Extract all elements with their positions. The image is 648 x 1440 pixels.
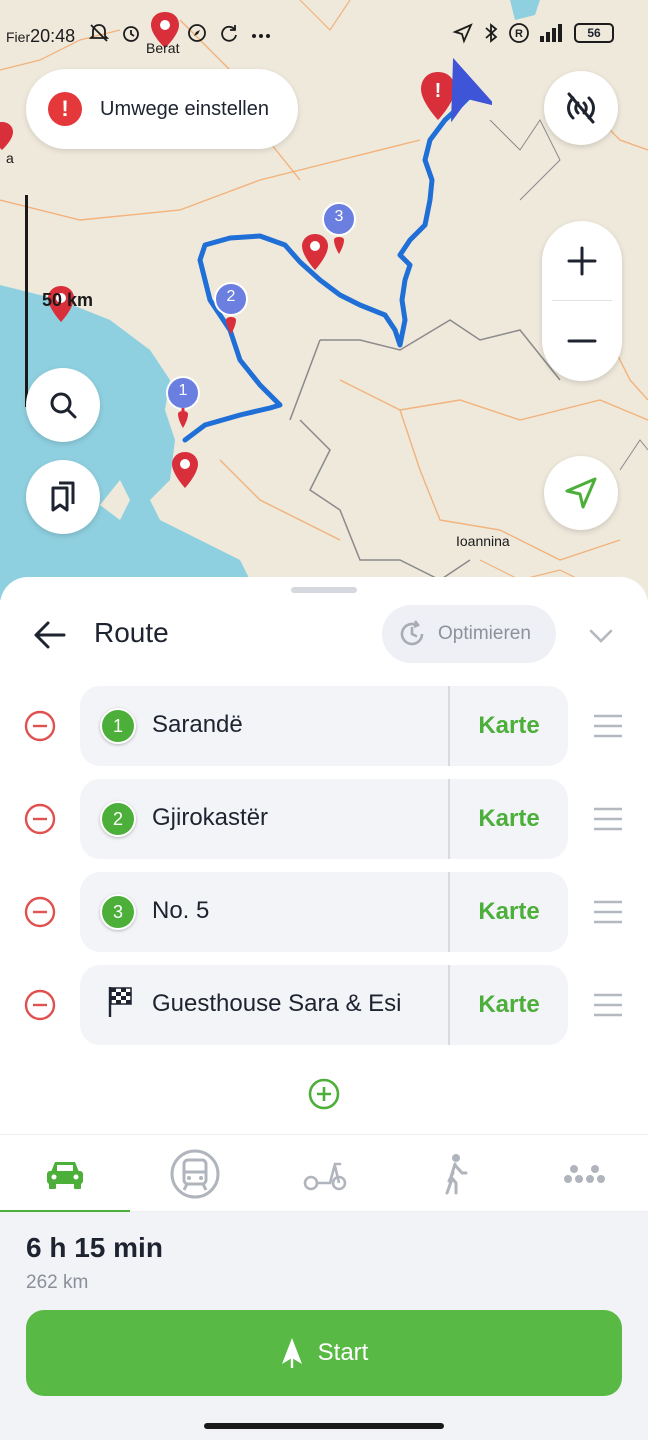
route-distance: 262 km (26, 1272, 89, 1293)
sheet-handle[interactable] (291, 587, 357, 593)
back-button[interactable] (30, 615, 70, 655)
start-navigation-button[interactable]: Start (26, 1310, 622, 1396)
route-stop-row: 2 Gjirokastër Karte (0, 779, 648, 859)
remove-stop-icon[interactable] (24, 896, 56, 928)
transport-mode-tabs (0, 1134, 648, 1214)
drag-handle-icon[interactable] (592, 712, 624, 740)
mode-tab-transit[interactable] (130, 1135, 260, 1213)
waypoint-label: 2 (226, 288, 236, 305)
stop-field[interactable]: 2 Gjirokastër Karte (80, 779, 568, 859)
stop-field[interactable]: 1 Sarandë Karte (80, 686, 568, 766)
detour-settings-button[interactable]: ! Umwege einstellen (26, 69, 298, 149)
search-icon (50, 392, 77, 419)
bookmarks-icon (51, 481, 75, 512)
finish-flag-icon (108, 987, 132, 1017)
stop-number-badge: 3 (100, 894, 136, 930)
stop-map-button[interactable]: Karte (450, 686, 568, 766)
optimize-button[interactable]: Optimieren (382, 605, 556, 663)
stop-name: Sarandë (152, 711, 243, 738)
more-dots-icon (252, 34, 270, 38)
detour-settings-label: Umwege einstellen (100, 97, 269, 120)
navigation-start-icon (281, 1338, 302, 1368)
clock-refresh-icon (400, 620, 424, 646)
signal-icon (540, 24, 562, 42)
svg-text:R: R (515, 28, 523, 40)
stop-number-badge: 1 (100, 708, 136, 744)
warning-icon: ! (48, 92, 82, 126)
route-summary: 6 h 15 min 262 km Start (0, 1212, 648, 1440)
remove-stop-icon[interactable] (24, 989, 56, 1021)
zoom-in-button[interactable] (542, 221, 622, 301)
stop-field[interactable]: 3 No. 5 Karte (80, 872, 568, 952)
stop-name: Guesthouse Sara & Esi (152, 990, 402, 1017)
signal-off-icon (567, 92, 595, 124)
city-label-partial: a (6, 150, 14, 166)
remove-stop-icon[interactable] (24, 710, 56, 742)
collapse-button[interactable] (586, 621, 616, 651)
waypoint-marker-1[interactable]: 1 (166, 376, 200, 443)
plus-icon (567, 246, 597, 276)
status-time: 20:48 (30, 26, 76, 46)
bluetooth-icon (485, 23, 498, 43)
car-icon (47, 1162, 83, 1189)
location-arrow-icon (452, 23, 473, 44)
map-scale-bar (25, 195, 28, 407)
stop-field[interactable]: Guesthouse Sara & Esi Karte (80, 965, 568, 1045)
add-stop-icon[interactable] (308, 1078, 340, 1110)
navigation-arrow-icon (565, 477, 597, 509)
mute-bell-icon (88, 24, 110, 42)
stop-number-badge: 2 (100, 801, 136, 837)
drag-handle-icon[interactable] (592, 805, 624, 833)
waypoint-label: 1 (178, 382, 188, 399)
chevron-down-icon (589, 629, 613, 643)
home-indicator[interactable] (204, 1423, 444, 1429)
map-scale-label: 50 km (42, 290, 94, 310)
minus-icon (567, 339, 597, 343)
mode-tab-walk[interactable] (390, 1135, 520, 1213)
more-icon (564, 1165, 605, 1183)
stop-name: No. 5 (152, 897, 210, 924)
walk-icon (445, 1154, 468, 1195)
drag-handle-icon[interactable] (592, 991, 624, 1019)
route-stop-row: 1 Sarandë Karte (0, 686, 648, 766)
stop-map-button[interactable]: Karte (450, 872, 568, 952)
scooter-icon (303, 1162, 347, 1191)
map-pin-icon[interactable] (170, 450, 200, 490)
optimize-label: Optimieren (438, 623, 531, 644)
waypoint-marker-2[interactable]: 2 (214, 282, 248, 349)
bookmarks-button[interactable] (26, 460, 100, 534)
map-view[interactable]: ! 1 2 3 Berat Ioannina a 50 km Fier 20:4… (0, 0, 648, 600)
stop-map-button[interactable]: Karte (450, 779, 568, 859)
status-location-label: Fier (6, 28, 31, 45)
mode-tab-more[interactable] (520, 1135, 648, 1213)
route-stop-row: Guesthouse Sara & Esi Karte (0, 965, 648, 1045)
mode-tab-scooter[interactable] (260, 1135, 390, 1213)
zoom-out-button[interactable] (542, 301, 622, 381)
city-label-ioannina: Ioannina (456, 533, 510, 549)
start-label: Start (317, 1339, 369, 1366)
back-arrow-icon (34, 621, 66, 649)
route-stop-row: 3 No. 5 Karte (0, 872, 648, 952)
drag-handle-icon[interactable] (592, 898, 624, 926)
alarm-icon (123, 26, 139, 42)
sync-icon (221, 25, 237, 42)
stop-map-button[interactable]: Karte (450, 965, 568, 1045)
waypoint-marker-3[interactable]: 3 (322, 202, 356, 269)
my-location-button[interactable] (544, 456, 618, 530)
signal-off-button[interactable] (544, 71, 618, 145)
status-bar: Fier 20:48 R 56 (0, 0, 648, 72)
battery-indicator: 56 (574, 23, 614, 43)
waypoint-label: 3 (334, 208, 344, 225)
roaming-icon: R (509, 23, 529, 43)
stop-name: Gjirokastër (152, 804, 269, 831)
remove-stop-icon[interactable] (24, 803, 56, 835)
zoom-controls (542, 221, 622, 381)
mode-tab-car[interactable] (0, 1135, 130, 1214)
route-header: Route Optimieren (0, 605, 648, 665)
search-button[interactable] (26, 368, 100, 442)
route-title: Route (94, 617, 169, 648)
compass-icon (188, 24, 206, 42)
transit-icon (170, 1149, 220, 1199)
route-duration: 6 h 15 min (26, 1232, 163, 1263)
